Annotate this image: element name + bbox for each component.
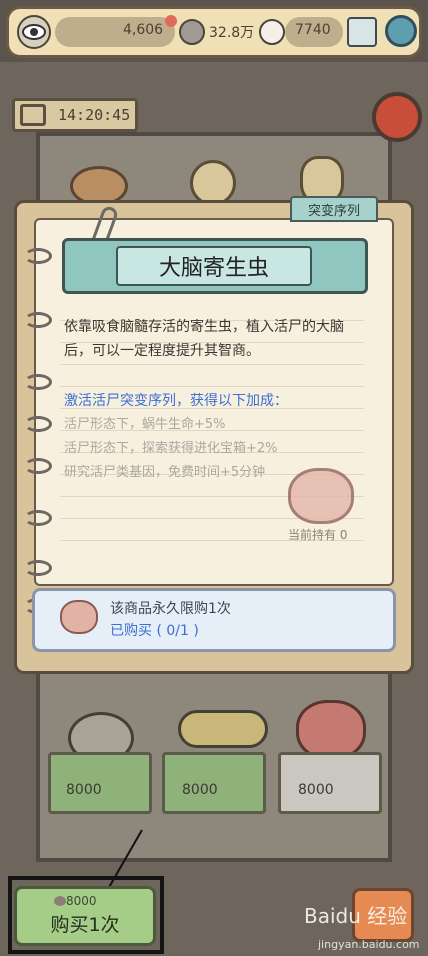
brain-currency-icon: [179, 19, 205, 45]
shop-item-price: 8000: [66, 782, 102, 798]
notebook-ring: [24, 248, 52, 264]
item-description-line1: 依靠吸食脑髓存活的寄生虫，植入活尸的大脑: [64, 319, 344, 335]
notebook-ring: [24, 374, 52, 390]
alert-icon[interactable]: [372, 92, 422, 142]
buy-button-label: 购买1次: [50, 914, 120, 936]
ghost-currency-icon: [259, 19, 285, 45]
notebook-ring: [24, 416, 52, 432]
buy-cost: 8000: [66, 894, 97, 908]
brain-value: 32.8万: [209, 25, 255, 41]
notebook-ring: [24, 458, 52, 474]
bonus-title: 激活活尸突变序列，获得以下加成：: [64, 393, 288, 409]
bonus-line: 活尸形态下，探索获得进化宝箱+2%: [64, 441, 278, 456]
held-count: 当前持有 0: [288, 528, 348, 542]
brain-thumbnail-icon: [60, 600, 98, 634]
purchase-count: 已购买 ( 0/1 ): [110, 623, 199, 639]
mail-icon[interactable]: [347, 17, 377, 47]
brain-parasite-item-icon[interactable]: [296, 700, 366, 760]
goggles-item-icon[interactable]: [178, 710, 268, 748]
currency-bar: 4,606 32.8万 7740: [6, 6, 422, 58]
cart-icon: [20, 104, 46, 126]
item-description-line2: 后，可以一定程度提升其智商。: [64, 343, 260, 359]
brain-cost-icon: [54, 896, 66, 906]
gear-icon[interactable]: [385, 15, 417, 47]
purchase-limit-text: 该商品永久限购1次: [110, 601, 231, 617]
item-name: 大脑寄生虫: [158, 256, 269, 281]
notebook-ring: [24, 560, 52, 576]
notebook-ring: [24, 312, 52, 328]
brain-parasite-icon: [288, 468, 354, 524]
notification-dot-icon: [165, 15, 177, 27]
watermark-url: jingyan.baidu.com: [318, 938, 420, 951]
timer-value: 14:20:45: [58, 106, 131, 124]
ghost-value: 7740: [295, 22, 331, 38]
eye-icon[interactable]: [17, 15, 51, 49]
mutation-sequence-tab-label: 突变序列: [307, 204, 360, 219]
notebook-ring: [24, 510, 52, 526]
watermark: Baidu 经验: [304, 904, 408, 928]
shop-item-price: 8000: [298, 782, 334, 798]
shop-item-price: 8000: [182, 782, 218, 798]
bonus-line: 活尸形态下，蜗牛生命+5%: [64, 417, 226, 432]
gold-value: 4,606: [123, 22, 164, 38]
